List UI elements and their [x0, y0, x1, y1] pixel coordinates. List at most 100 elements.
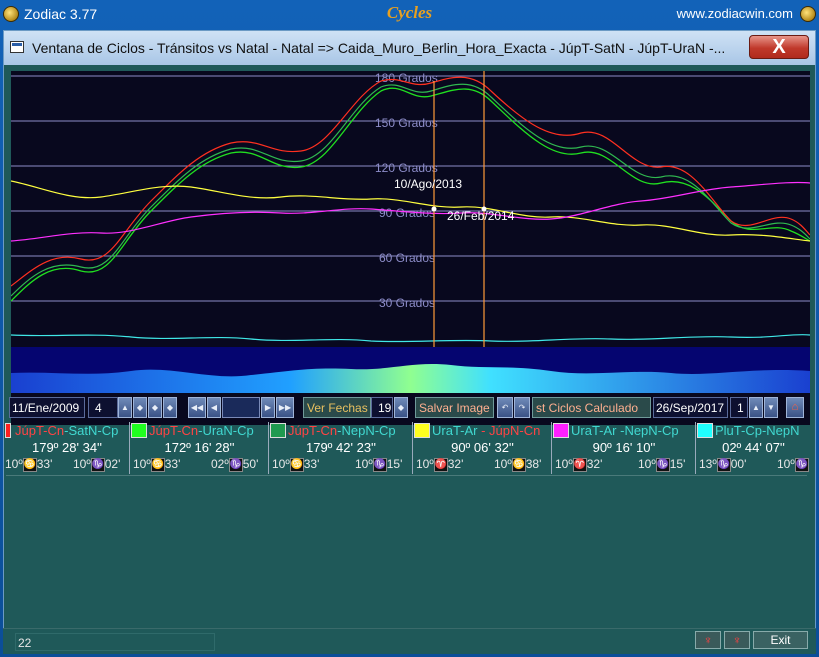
pair-color-swatch [131, 423, 147, 438]
status-text: 22 [15, 633, 215, 651]
app-url-link[interactable]: www.zodiacwin.com [677, 6, 793, 21]
next-page-icon[interactable]: ▶ [261, 397, 275, 418]
cycles-toolbar: 11/Ene/2009 4 ▲ ◆ ◆ ◆ ◀◀ ◀ ▶ ▶▶ Ver Fech… [6, 397, 809, 419]
pos-left: 10º♋33' [5, 457, 52, 472]
redo-icon[interactable]: ↷ [514, 397, 530, 418]
undo-icon[interactable]: ↶ [497, 397, 513, 418]
cycle-pair-4[interactable]: UraT-Ar - JúpN-Cn 90º 06' 32'' 10º♈32' 10… [414, 422, 552, 474]
pos-left: 10º♋33' [133, 457, 180, 472]
capricorn-sign-icon: ♑ [794, 457, 809, 472]
last-page-icon[interactable]: ▶▶ [276, 397, 294, 418]
pair-label: UraT-Ar - JúpN-Cn [432, 423, 540, 438]
pair-first: JúpT-Cn [149, 423, 199, 438]
pos-right-deg: 10º [777, 457, 795, 471]
pos-left-deg: 10º [555, 457, 573, 471]
pair-second: -NepN-Cp [616, 423, 679, 438]
pair-first: UraT-Ar [432, 423, 478, 438]
cycle-pair-3[interactable]: JúpT-Cn-NepN-Cp 179º 42' 23'' 10º♋33' 10º… [270, 422, 413, 474]
aries-sign-icon: ♈ [433, 457, 448, 472]
cycle-pair-6[interactable]: PluT-Cp-NepN 02º 44' 07'' 13º♑00' 10º♑ [697, 422, 810, 474]
cancer-sign-icon: ♋ [511, 457, 526, 472]
pos-right-min: 15' [386, 457, 403, 471]
zoom-field[interactable]: 1 [730, 397, 748, 418]
pos-right-deg: 02º [211, 457, 229, 471]
start-date-field[interactable]: 11/Ene/2009 [9, 397, 85, 418]
view-dates-stepper-icon[interactable]: ◆ [394, 397, 408, 418]
pos-right: 02º♑50' [211, 457, 258, 472]
pair-header: JúpT-Cn-SatN-Cp [5, 422, 129, 440]
pair-second: -NepN [761, 423, 800, 438]
grid-label-60: 60 Grados [379, 251, 435, 265]
pair-label: UraT-Ar -NepN-Cp [571, 423, 679, 438]
pos-right-deg: 10º [638, 457, 656, 471]
scroll-slider[interactable] [222, 397, 260, 418]
pos-left-min: 32' [586, 457, 603, 471]
pos-left-deg: 10º [133, 457, 151, 471]
cancer-sign-icon: ♋ [289, 457, 304, 472]
view-dates-field[interactable]: 19 [371, 397, 393, 418]
pair-color-swatch [553, 423, 569, 438]
step-field[interactable]: 4 [88, 397, 118, 418]
pos-left-deg: 13º [699, 457, 717, 471]
pos-left-deg: 10º [416, 457, 434, 471]
pair-second: -SatN-Cp [64, 423, 119, 438]
home-icon[interactable]: ⌂ [786, 397, 804, 418]
save-image-button[interactable]: Salvar Image [415, 397, 494, 418]
pos-right-min: 38' [525, 457, 542, 471]
pos-left-min: 32' [447, 457, 464, 471]
cycles-chart[interactable]: 180 Grados 150 Grados 120 Grados 90 Grad… [11, 71, 810, 425]
pos-right-min: 50' [242, 457, 259, 471]
cycle-pair-2[interactable]: JúpT-Cn-UraN-Cp 172º 16' 28'' 10º♋33' 02º… [131, 422, 269, 474]
pair-first: UraT-Ar [571, 423, 617, 438]
pos-right: 10º♑15' [638, 457, 685, 472]
series-plut-nepn-cyan [11, 334, 810, 343]
pos-left-min: 00' [730, 457, 747, 471]
capricorn-sign-icon: ♑ [372, 457, 387, 472]
pos-right-min: 15' [669, 457, 686, 471]
chart-icon-button[interactable]: ♆ [695, 631, 721, 649]
close-button[interactable]: X [749, 35, 809, 59]
view-dates-button[interactable]: Ver Fechas [303, 397, 371, 418]
pair-positions: 10º♈32' 10º♋38' [414, 457, 551, 474]
cycle-pairs-panel: JúpT-Cn-SatN-Cp 179º 28' 34'' 10º♋33' 10º… [5, 422, 810, 474]
pos-right-deg: 10º [494, 457, 512, 471]
grid-label-180: 180 Grados [375, 71, 438, 85]
end-date-field[interactable]: 26/Sep/2017 [653, 397, 728, 418]
pos-right: 10º♑ [777, 457, 809, 472]
pos-left: 10º♈32' [555, 457, 602, 472]
step-updown-icon[interactable]: ◆ [133, 397, 147, 418]
step-updown-icon[interactable]: ◆ [148, 397, 162, 418]
marker-point-1 [431, 206, 437, 212]
step-updown-icon[interactable]: ◆ [163, 397, 177, 418]
prev-page-icon[interactable]: ◀ [207, 397, 221, 418]
pos-left-min: 33' [303, 457, 320, 471]
window-icon [10, 41, 24, 53]
pair-positions: 10º♋33' 10º♑02' [5, 457, 129, 474]
cycle-pair-5[interactable]: UraT-Ar -NepN-Cp 90º 16' 10'' 10º♈32' 10º… [553, 422, 696, 474]
pos-left-deg: 10º [272, 457, 290, 471]
first-page-icon[interactable]: ◀◀ [188, 397, 206, 418]
capricorn-sign-icon: ♑ [716, 457, 731, 472]
cycles-chart-svg: 180 Grados 150 Grados 120 Grados 90 Grad… [11, 71, 810, 393]
app-titlebar: Zodiac 3.77 Cycles www.zodiacwin.com [0, 0, 819, 30]
pos-left-deg: 10º [5, 457, 23, 471]
step-up-icon[interactable]: ▲ [118, 397, 132, 418]
exit-button[interactable]: Exit [753, 631, 808, 649]
pair-value: 179º 28' 34'' [31, 440, 103, 455]
zoom-up-icon[interactable]: ▲ [749, 397, 763, 418]
capricorn-sign-icon: ♑ [655, 457, 670, 472]
pair-label: JúpT-Cn-SatN-Cp [15, 423, 118, 438]
pos-left: 13º♑00' [699, 457, 746, 472]
pair-second: -NepN-Cp [337, 423, 396, 438]
cancer-sign-icon: ♋ [150, 457, 165, 472]
cycle-pair-1[interactable]: JúpT-Cn-SatN-Cp 179º 28' 34'' 10º♋33' 10º… [5, 422, 130, 474]
chart-icon-button[interactable]: ♆ [724, 631, 750, 649]
zodiac-logo-icon [800, 6, 816, 22]
pair-value: 90º 06' 32'' [451, 440, 514, 455]
pos-right: 10º♋38' [494, 457, 541, 472]
pair-color-swatch [414, 423, 430, 438]
zoom-down-icon[interactable]: ▼ [764, 397, 778, 418]
status-bar: 22 ♆ ♆ Exit [3, 628, 816, 654]
list-cycles-button[interactable]: st Ciclos Calculado [532, 397, 651, 418]
window-title: Ventana de Ciclos - Tránsitos vs Natal -… [32, 40, 726, 56]
